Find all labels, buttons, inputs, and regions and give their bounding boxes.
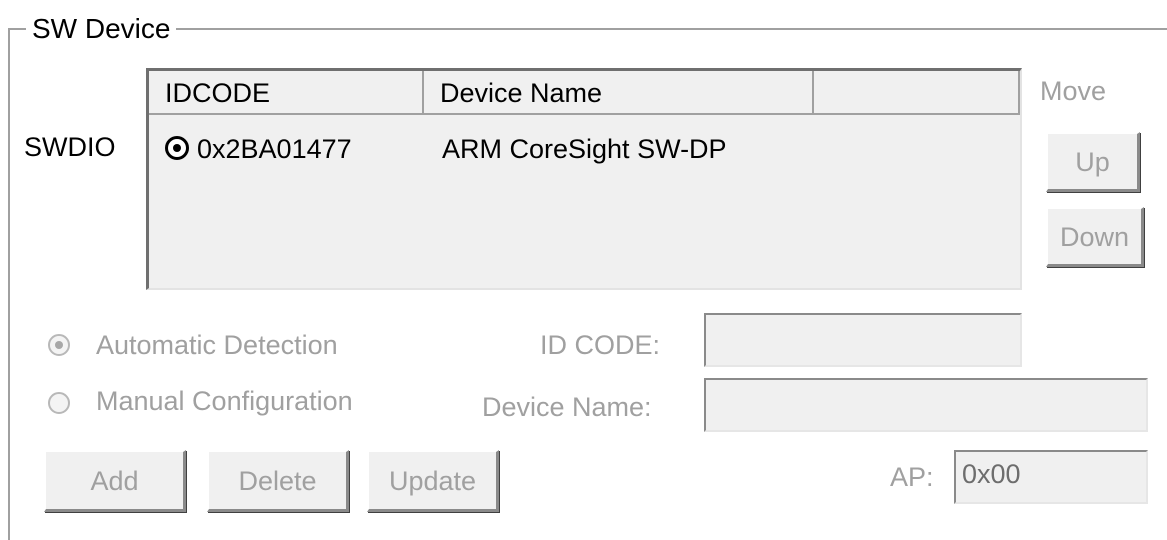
- column-header-blank[interactable]: [814, 71, 1020, 115]
- move-label: Move: [1040, 76, 1107, 106]
- add-button[interactable]: Add: [44, 450, 186, 512]
- device-list[interactable]: IDCODE Device Name 0x2BA01477 ARM CoreSi…: [146, 68, 1022, 290]
- list-item[interactable]: 0x2BA01477 ARM CoreSight SW-DP: [149, 127, 1020, 171]
- manual-configuration-label[interactable]: Manual Configuration: [96, 386, 353, 417]
- id-code-field[interactable]: [704, 313, 1022, 367]
- update-button[interactable]: Update: [367, 450, 499, 512]
- ap-label: AP:: [890, 462, 934, 492]
- move-up-button[interactable]: Up: [1046, 132, 1140, 192]
- list-header: IDCODE Device Name: [149, 71, 1020, 117]
- move-down-button[interactable]: Down: [1046, 207, 1144, 267]
- manual-configuration-radio[interactable]: [48, 392, 70, 414]
- id-code-label: ID CODE:: [540, 330, 661, 360]
- selected-radio-icon[interactable]: [165, 136, 189, 160]
- ap-field[interactable]: 0x00: [954, 450, 1148, 504]
- device-name-label: Device Name:: [482, 392, 652, 422]
- row-device-name: ARM CoreSight SW-DP: [442, 134, 727, 164]
- column-header-idcode[interactable]: IDCODE: [149, 71, 424, 115]
- automatic-detection-radio[interactable]: [48, 334, 70, 356]
- swdio-label: SWDIO: [24, 132, 116, 162]
- column-header-device-name[interactable]: Device Name: [424, 71, 814, 115]
- group-title: SW Device: [26, 12, 177, 46]
- device-name-field[interactable]: [704, 378, 1148, 432]
- automatic-detection-label[interactable]: Automatic Detection: [96, 330, 338, 361]
- row-idcode: 0x2BA01477: [197, 134, 352, 164]
- delete-button[interactable]: Delete: [207, 450, 349, 512]
